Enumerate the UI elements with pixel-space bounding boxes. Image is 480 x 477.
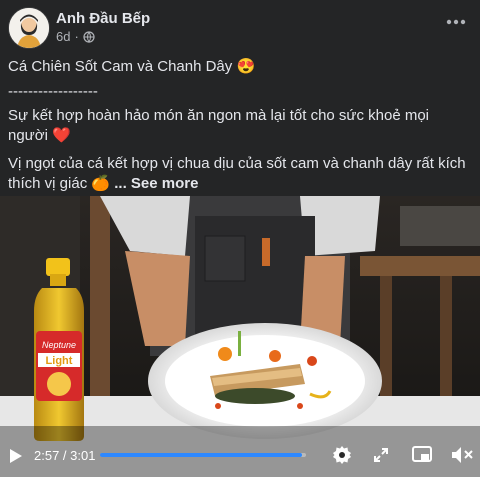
post-paragraph-1: Sự kết hợp hoàn hảo món ăn ngon mà lại t… — [8, 106, 472, 146]
expand-icon — [374, 448, 388, 462]
mute-button[interactable] — [450, 444, 474, 466]
heart-emoji-icon: ❤️ — [52, 127, 71, 144]
paragraph-1-text: Sự kết hợp hoàn hảo món ăn ngon mà lại t… — [8, 107, 429, 144]
video-player[interactable]: Neptune Light — [0, 196, 480, 477]
more-dots-icon — [446, 19, 466, 25]
video-progress-fill — [100, 453, 302, 457]
video-progress-bar[interactable] — [100, 453, 306, 457]
post-header: Anh Đầu Bếp 6d · — [0, 0, 480, 52]
post-text: Cá Chiên Sốt Cam và Chanh Dây 😍 --------… — [8, 57, 472, 194]
duration: 3:01 — [70, 448, 96, 463]
picture-in-picture-icon — [412, 446, 432, 462]
bottle-label: Light — [46, 355, 73, 367]
play-button[interactable] — [6, 444, 26, 468]
avatar[interactable] — [8, 7, 50, 49]
post-age[interactable]: 6d — [56, 29, 70, 44]
orange-emoji-icon: 🍊 — [91, 175, 111, 192]
page-name[interactable]: Anh Đầu Bếp — [56, 10, 150, 27]
globe-icon — [83, 30, 95, 43]
meta-dot: · — [74, 29, 79, 44]
settings-button[interactable] — [330, 444, 354, 466]
chef-avatar-icon — [9, 8, 49, 48]
video-frame: Neptune Light — [0, 196, 480, 477]
see-more-link[interactable]: ... See more — [114, 175, 198, 192]
bottle-brand: Neptune — [42, 340, 76, 350]
post-paragraph-2: Vị ngọt của cá kết hợp vị chua dịu của s… — [8, 154, 472, 194]
post-meta: 6d · — [56, 29, 95, 44]
time-separator: / — [59, 448, 71, 463]
volume-muted-icon — [452, 447, 473, 463]
miniplayer-button[interactable] — [410, 444, 434, 466]
paragraph-2-text: Vị ngọt của cá kết hợp vị chua dịu của s… — [8, 155, 466, 192]
more-options-button[interactable] — [440, 10, 472, 34]
video-time: 2:57 / 3:01 — [34, 448, 95, 463]
post-title: Cá Chiên Sốt Cam và Chanh Dây 😍 — [8, 58, 256, 75]
play-icon — [10, 449, 22, 463]
fullscreen-button[interactable] — [370, 444, 392, 466]
post-divider: ------------------ — [8, 83, 98, 100]
current-time: 2:57 — [34, 448, 60, 463]
gear-icon — [333, 446, 351, 464]
